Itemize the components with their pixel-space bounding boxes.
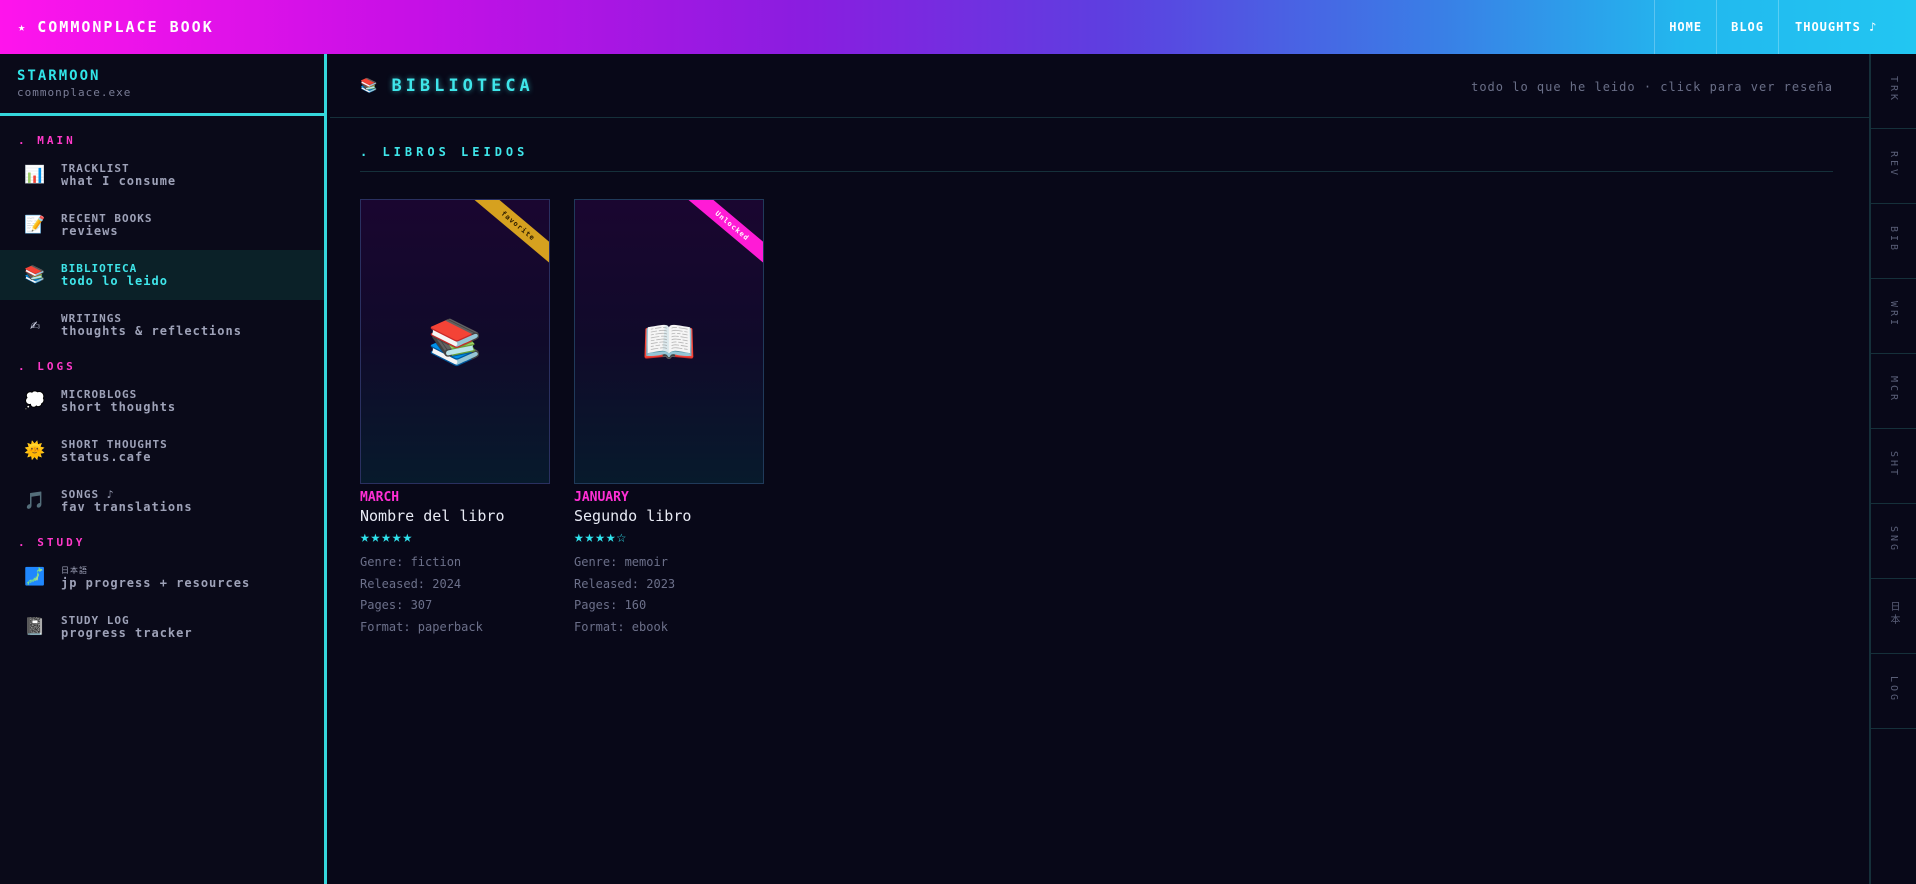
sidebar-item-biblioteca[interactable]: 📚 BIBLIOTECA todo lo leido [0,250,324,300]
sidebar-item-desc: progress tracker [61,626,193,640]
rail-tab-label: SHT [1888,451,1899,479]
sidebar-item-desc: short thoughts [61,400,177,414]
sidebar-section-main: . MAIN [18,133,76,147]
book-grid: favorite 📚 MARCH Nombre del libro ★★★★★ … [360,199,764,638]
book-month: JANUARY [574,490,629,505]
japan-map-icon: 🗾 [24,567,46,587]
nav-home-link[interactable]: HOME [1654,0,1716,54]
sidebar-title: STARMOON [17,68,101,84]
sidebar-item-recent-books[interactable]: 📝 RECENT BOOKS reviews [0,200,324,250]
book-released: Released: 2024 [360,576,462,591]
open-book-icon: 📖 [641,316,697,368]
rail-tab-label: SNG [1888,526,1899,554]
rail-tab-mcr[interactable]: MCR [1871,354,1916,429]
sidebar-item-desc: thoughts & reflections [61,324,242,338]
memo-icon: 📝 [24,215,46,235]
rail-tab-wri[interactable]: WRI [1871,279,1916,354]
rail-tab-label: BIB [1888,226,1899,254]
book-released: Released: 2023 [574,576,676,591]
sidebar-section-study: . STUDY [18,535,86,549]
book-title: Segundo libro [574,507,692,525]
rail-tab-sht[interactable]: SHT [1871,429,1916,504]
page-hint: todo lo que he leido · click para ver re… [1471,80,1833,94]
sidebar-section-logs: . LOGS [18,359,76,373]
favorite-ribbon: favorite [463,200,549,274]
sun-icon: 🌞 [24,441,46,461]
book-pages: Pages: 307 [360,598,433,612]
book-cover[interactable]: favorite 📚 [360,199,550,484]
sidebar-header: STARMOON commonplace.exe [0,54,324,116]
books-icon: 📚 [360,77,378,94]
book-title: Nombre del libro [360,507,505,525]
rail-tab-trk[interactable]: TRK [1871,54,1916,129]
sidebar-item-study-log[interactable]: 📓 STUDY LOG progress tracker [0,602,324,652]
writing-hand-icon: ✍ [29,315,41,335]
site-title: COMMONPLACE BOOK [37,18,214,36]
star-rating: ★★★★★ [360,527,414,546]
rail-tab-jp[interactable]: 日本 [1871,579,1916,654]
sidebar-item-desc: what I consume [61,174,177,188]
rail-tab-label: MCR [1888,376,1899,404]
books-icon: 📚 [427,316,483,368]
top-bar: ★ COMMONPLACE BOOK HOME BLOG THOUGHTS ♪ [0,0,1916,54]
section-title: . LIBROS LEIDOS [360,118,1833,172]
book-genre: Genre: fiction [360,555,462,569]
rail-tab-log[interactable]: LOG [1871,654,1916,729]
book-meta: Genre: fiction Released: 2024 Pages: 307… [360,552,550,638]
sidebar-item-japanese[interactable]: 🗾 日本語 jp progress + resources [0,552,324,602]
book-cover[interactable]: Unlocked 📖 [574,199,764,484]
right-rail: TRK REV BIB WRI MCR SHT SNG 日本 LOG [1869,54,1916,884]
book-format: Format: ebook [574,619,668,634]
book-month: MARCH [360,490,400,505]
sidebar-item-desc: fav translations [61,500,193,514]
sidebar-item-tracklist[interactable]: 📊 TRACKLIST what I consume [0,150,324,200]
nav-thoughts-link[interactable]: THOUGHTS ♪ [1778,0,1916,54]
sidebar-subtitle: commonplace.exe [17,86,132,99]
rail-tab-label: WRI [1888,301,1899,329]
rail-tab-label: TRK [1888,76,1899,104]
book-meta: Genre: memoir Released: 2023 Pages: 160 … [574,552,764,638]
sidebar-item-desc: status.cafe [61,450,152,464]
books-icon: 📚 [24,265,46,285]
notebook-icon: 📓 [24,617,46,637]
sidebar-item-desc: reviews [61,224,119,238]
book-card[interactable]: Unlocked 📖 JANUARY Segundo libro ★★★★☆ G… [574,199,764,638]
rail-tab-label: REV [1888,151,1899,179]
sidebar-item-desc: todo lo leido [61,274,168,288]
top-nav: HOME BLOG THOUGHTS ♪ [1654,0,1916,54]
rail-tab-label: LOG [1888,676,1899,704]
rail-tab-rev[interactable]: REV [1871,129,1916,204]
book-card[interactable]: favorite 📚 MARCH Nombre del libro ★★★★★ … [360,199,550,638]
sidebar-item-short-thoughts[interactable]: 🌞 SHORT THOUGHTS status.cafe [0,426,324,476]
book-pages: Pages: 160 [574,598,647,612]
rail-tab-sng[interactable]: SNG [1871,504,1916,579]
sidebar-item-desc: jp progress + resources [61,576,251,590]
sidebar-item-microblogs[interactable]: 💭 MICROBLOGS short thoughts [0,376,324,426]
nav-blog-link[interactable]: BLOG [1716,0,1778,54]
thought-bubble-icon: 💭 [24,391,46,411]
rail-tab-label: 日本 [1888,601,1899,627]
unlocked-ribbon: Unlocked [677,200,763,274]
chart-icon: 📊 [24,165,46,185]
music-note-icon: 🎵 [24,491,46,511]
star-rating: ★★★★☆ [574,527,628,546]
main-content: 📚 BIBLIOTECA todo lo que he leido · clic… [330,54,1869,884]
book-format: Format: paperback [360,619,483,634]
site-brand[interactable]: ★ COMMONPLACE BOOK [18,18,214,36]
rail-tab-bib[interactable]: BIB [1871,204,1916,279]
sidebar: STARMOON commonplace.exe . MAIN 📊 TRACKL… [0,54,327,884]
book-genre: Genre: memoir [574,555,668,569]
page-title: BIBLIOTECA [391,75,534,96]
star-icon: ★ [18,20,28,34]
sidebar-item-writings[interactable]: ✍ WRITINGS thoughts & reflections [0,300,324,350]
sidebar-item-songs[interactable]: 🎵 SONGS ♪ fav translations [0,476,324,526]
